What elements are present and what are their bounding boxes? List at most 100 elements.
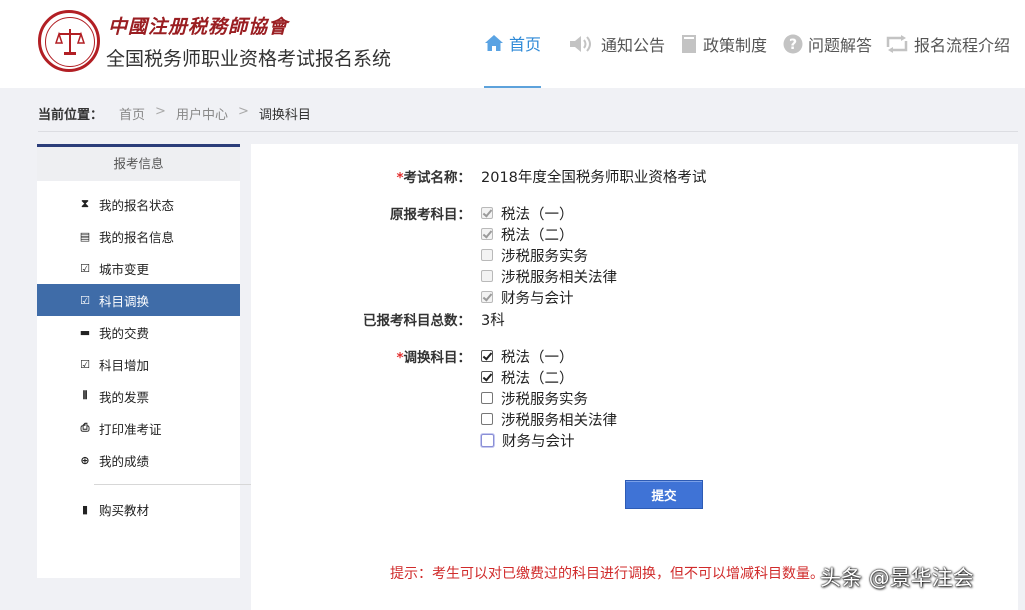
checkbox[interactable]: [481, 392, 493, 404]
swap-subject-related-law[interactable]: 涉税服务相关法律: [481, 409, 617, 429]
breadcrumb-user-center[interactable]: 用户中心: [176, 104, 228, 123]
checkbox-disabled: [481, 270, 493, 282]
scales-icon: [54, 29, 86, 55]
swap-subject-finance-accounting[interactable]: 财务与会计: [481, 430, 575, 450]
swap-subjects-label: *调换科目：: [396, 350, 471, 366]
subject-label: 涉税服务实务: [501, 391, 588, 408]
zoom-icon: ⊕: [80, 453, 90, 467]
subject-label: 税法（二）: [501, 370, 574, 387]
original-subject-tax-practice: 涉税服务实务: [481, 245, 588, 265]
original-subjects-label: 原报考科目：: [390, 207, 471, 223]
breadcrumb-current: 调换科目: [258, 108, 311, 123]
sidebar-item-label: 科目调换: [99, 293, 150, 309]
sidebar-item-subject-add[interactable]: ☑ 科目增加: [37, 348, 240, 380]
breadcrumb: 当前位置： 首页 > 用户中心 > 调换科目: [38, 104, 311, 123]
checkbox[interactable]: [481, 350, 493, 362]
total-subjects-label: 已报考科目总数：: [363, 313, 471, 329]
required-mark: *: [396, 170, 404, 186]
subject-label: 税法（二）: [501, 227, 574, 244]
nav-process-label: 报名流程介绍: [914, 36, 1011, 55]
original-subject-tax-law-2: 税法（二）: [481, 224, 574, 244]
exam-name-value: 2018年度全国税务师职业资格考试: [481, 170, 707, 186]
sidebar-item-buy-books[interactable]: ▮ 购买教材: [37, 493, 240, 525]
sidebar-divider: [94, 484, 256, 485]
sidebar-item-label: 我的报名信息: [99, 229, 175, 245]
sidebar-item-label: 我的成绩: [99, 453, 150, 469]
sidebar-item-registration-info[interactable]: ▤ 我的报名信息: [37, 220, 240, 252]
checkbox-disabled: [481, 228, 493, 240]
breadcrumb-separator: >: [155, 104, 166, 119]
checkbox-disabled: [481, 249, 493, 261]
subject-label: 涉税服务相关法律: [501, 412, 617, 429]
nav-notices-label: 通知公告: [601, 36, 666, 55]
breadcrumb-divider: [38, 131, 1018, 132]
question-icon: ?: [783, 34, 803, 54]
edit-icon: ☑: [80, 357, 90, 371]
sidebar-item-label: 打印准考证: [99, 421, 162, 437]
nav-home-label: 首页: [509, 35, 542, 54]
nav-policy[interactable]: 政策制度: [680, 0, 767, 88]
subject-label: 税法（一）: [501, 206, 574, 223]
system-title: 全国税务师职业资格考试报名系统: [106, 48, 392, 70]
main-panel: *考试名称： 2018年度全国税务师职业资格考试 原报考科目： 税法（一） 税法…: [251, 144, 1018, 610]
total-subjects-value: 3科: [481, 313, 505, 329]
association-logo: [38, 10, 100, 72]
subject-label: 涉税服务实务: [501, 248, 588, 265]
exam-name-label: *考试名称：: [396, 170, 471, 186]
required-mark: *: [396, 350, 404, 366]
nav-notices[interactable]: 通知公告: [568, 0, 665, 88]
book-icon: ▮: [81, 502, 89, 516]
original-subject-finance-accounting: 财务与会计: [481, 287, 574, 307]
nav-policy-label: 政策制度: [703, 36, 768, 55]
tip-text: 提示：考生可以对已缴费过的科目进行调换，但不可以增减科目数量。: [390, 566, 824, 582]
sidebar-item-payment[interactable]: ▬ 我的交费: [37, 316, 240, 348]
document-icon: [680, 34, 698, 54]
home-icon: [484, 34, 504, 52]
subject-label: 涉税服务相关法律: [501, 269, 617, 286]
sidebar-item-label: 我的发票: [99, 389, 150, 405]
list-icon: ▤: [79, 229, 91, 243]
submit-button[interactable]: 提交: [625, 480, 703, 509]
sidebar: 报考信息 ⧗ 我的报名状态 ▤ 我的报名信息 ☑ 城市变更 ☑ 科目调换 ▬ 我…: [37, 144, 256, 578]
checkbox[interactable]: [481, 433, 494, 447]
header: 中國注册税務師協會 全国税务师职业资格考试报名系统 首页 通知公告 政策制度 ?…: [0, 0, 1025, 88]
nav-faq-label: 问题解答: [808, 36, 873, 55]
subject-label: 税法（一）: [501, 349, 574, 366]
checkbox-disabled: [481, 291, 493, 303]
org-name: 中國注册税務師協會: [108, 16, 289, 38]
sidebar-item-label: 我的报名状态: [99, 197, 175, 213]
svg-text:?: ?: [789, 37, 797, 53]
sidebar-item-label: 科目增加: [99, 357, 150, 373]
print-icon: ⎙: [80, 421, 90, 434]
breadcrumb-home[interactable]: 首页: [119, 104, 145, 123]
sidebar-item-label: 购买教材: [99, 502, 150, 518]
sidebar-item-city-change[interactable]: ☑ 城市变更: [37, 252, 240, 284]
swap-subject-tax-practice[interactable]: 涉税服务实务: [481, 388, 588, 408]
breadcrumb-prefix: 当前位置：: [38, 108, 104, 123]
original-subject-tax-law-1: 税法（一）: [481, 203, 574, 223]
sidebar-title: 报考信息: [37, 147, 240, 181]
card-icon: ▬: [79, 325, 91, 339]
sidebar-item-label: 我的交费: [99, 325, 150, 341]
sidebar-item-print-admission[interactable]: ⎙ 打印准考证: [37, 412, 240, 444]
sidebar-item-scores[interactable]: ⊕ 我的成绩: [37, 444, 240, 476]
swap-subject-tax-law-2[interactable]: 税法（二）: [481, 367, 574, 387]
sidebar-item-label: 城市变更: [99, 261, 150, 277]
sidebar-item-invoice[interactable]: ⦀ 我的发票: [37, 380, 240, 412]
checkbox[interactable]: [481, 371, 493, 383]
nav-process[interactable]: 报名流程介绍: [885, 0, 1010, 88]
hourglass-icon: ⧗: [81, 197, 89, 210]
sidebar-item-registration-status[interactable]: ⧗ 我的报名状态: [37, 188, 240, 220]
flow-icon: [885, 35, 909, 53]
sidebar-item-subject-swap[interactable]: ☑ 科目调换: [37, 284, 240, 316]
subject-label: 财务与会计: [501, 290, 574, 307]
edit-icon: ☑: [80, 293, 90, 307]
watermark: 头条 @景华注会: [820, 566, 974, 590]
nav-home[interactable]: 首页: [484, 0, 542, 88]
checkbox[interactable]: [481, 413, 493, 425]
barcode-icon: ⦀: [82, 389, 88, 402]
speaker-icon: [568, 35, 596, 53]
nav-faq[interactable]: ? 问题解答: [783, 0, 872, 88]
subject-label: 财务与会计: [502, 433, 575, 450]
swap-subject-tax-law-1[interactable]: 税法（一）: [481, 346, 574, 366]
